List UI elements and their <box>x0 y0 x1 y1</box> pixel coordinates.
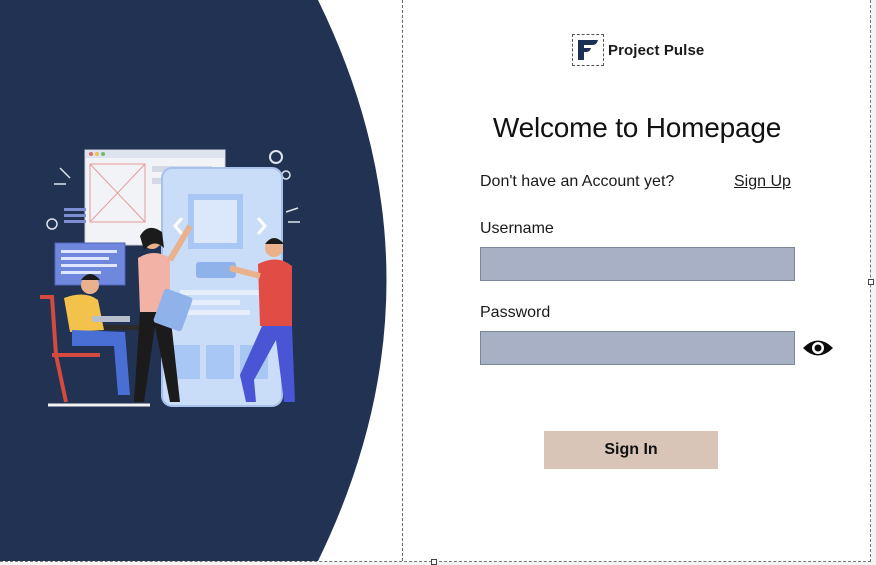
username-input[interactable] <box>480 247 795 281</box>
signup-prompt: Don't have an Account yet? <box>480 173 675 190</box>
password-label: Password <box>480 304 551 321</box>
page-title: Welcome to Homepage <box>492 112 782 143</box>
username-label: Username <box>480 220 554 237</box>
sign-up-link[interactable]: Sign Up <box>734 173 791 191</box>
hero-panel <box>0 0 402 561</box>
sign-in-button[interactable]: Sign In <box>544 431 718 469</box>
brand: Project Pulse <box>572 34 704 66</box>
resize-handle-right[interactable] <box>868 279 874 285</box>
team-illustration <box>40 149 300 407</box>
project-pulse-logo-icon <box>572 34 604 66</box>
password-input[interactable] <box>480 331 795 365</box>
panel-divider <box>402 0 403 561</box>
login-window: Project Pulse Welcome to Homepage Don't … <box>0 0 871 562</box>
resize-handle-bottom[interactable] <box>431 559 437 565</box>
eye-icon[interactable] <box>802 337 834 359</box>
brand-name: Project Pulse <box>608 41 705 59</box>
